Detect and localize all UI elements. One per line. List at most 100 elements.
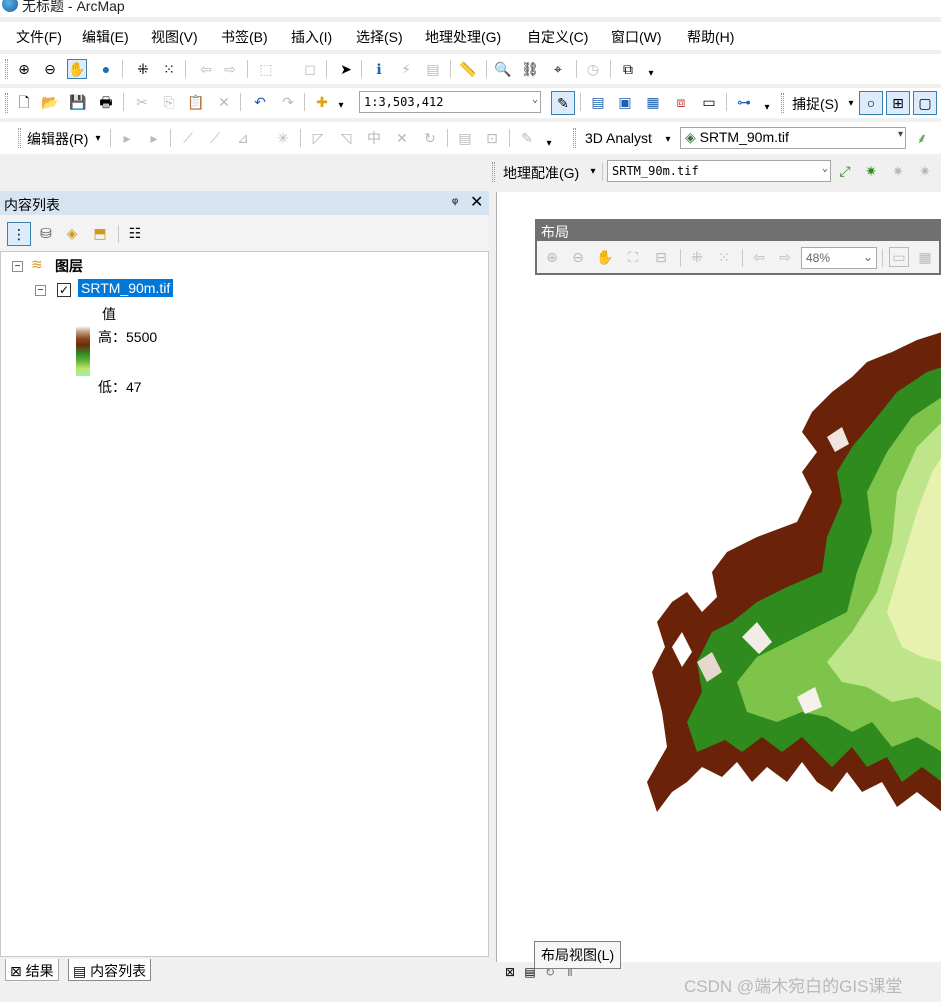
editor-dropdown-icon[interactable]: ▾	[92, 129, 104, 149]
layout-zoom-in-icon[interactable]: ⊕	[542, 247, 562, 267]
layout-zoom-out-icon[interactable]: ⊖	[568, 247, 588, 267]
paste-icon[interactable]: 📋	[186, 92, 206, 112]
menu-file[interactable]: 文件(F)	[14, 27, 64, 47]
rotate-icon[interactable]: ↻	[420, 128, 440, 148]
tab-results[interactable]: ⊠ 结果	[5, 959, 59, 981]
menu-selection[interactable]: 选择(S)	[354, 27, 405, 47]
point-snapping-icon[interactable]: ○	[859, 91, 883, 115]
data-view-icon[interactable]: ⊠	[500, 962, 520, 982]
list-by-selection-icon[interactable]: ⬒	[90, 223, 110, 243]
menu-geoprocessing[interactable]: 地理处理(G)	[423, 27, 503, 47]
toolbar-grip[interactable]	[573, 128, 576, 148]
rotate-raster-icon[interactable]: ✷	[888, 161, 908, 181]
go-to-xy-icon[interactable]: ⌖	[548, 59, 568, 79]
overview-window-icon[interactable]: ⧉	[618, 59, 638, 79]
vertex-snapping-icon[interactable]: ▢	[913, 91, 937, 115]
layers-group-label[interactable]: 图层	[55, 256, 83, 276]
save-icon[interactable]: 💾	[68, 92, 88, 112]
zoom-in-icon[interactable]: ⊕	[14, 59, 34, 79]
contour-tool-icon[interactable]: ⸙	[912, 128, 932, 148]
print-icon[interactable]: 🖶	[96, 92, 116, 112]
identify-icon[interactable]: ℹ	[369, 59, 389, 79]
toolbar-options-icon[interactable]: ▾	[645, 64, 657, 84]
cut-icon[interactable]: ✂	[132, 92, 152, 112]
editor-menu[interactable]: 编辑器(R)	[27, 129, 88, 149]
shift-raster-icon[interactable]: ✷	[915, 161, 935, 181]
close-icon[interactable]: ✕	[470, 192, 483, 212]
edit-annotation-icon[interactable]: ▸	[144, 128, 164, 148]
search-window-icon[interactable]: ▦	[643, 92, 663, 112]
collapse-icon[interactable]: −	[12, 261, 23, 272]
fixed-zoom-out-icon[interactable]: ⁙	[714, 247, 734, 267]
split-icon[interactable]: ✕	[392, 128, 412, 148]
toolbar-options-icon[interactable]: ▾	[543, 134, 555, 154]
collapse-icon[interactable]: −	[35, 285, 46, 296]
redo-icon[interactable]: ↷	[278, 92, 298, 112]
zoom-100-percent-icon[interactable]: ⊟	[651, 247, 671, 267]
menu-help[interactable]: 帮助(H)	[685, 27, 736, 47]
new-document-icon[interactable]: 🗋	[14, 92, 34, 112]
straight-segment-icon[interactable]: ⟋	[178, 128, 198, 148]
add-data-icon[interactable]: ✚	[312, 92, 332, 112]
3d-analyst-layer-combo[interactable]: ◈ SRTM_90m.tif ▾	[680, 127, 906, 149]
python-window-icon[interactable]: ▭	[699, 92, 719, 112]
layout-pan-icon[interactable]: ✋	[595, 247, 615, 267]
3d-analyst-dropdown-icon[interactable]: ▾	[662, 130, 674, 150]
zoom-whole-page-icon[interactable]: ⛶	[623, 247, 643, 267]
list-by-visibility-icon[interactable]: ◈	[62, 223, 82, 243]
menu-edit[interactable]: 编辑(E)	[80, 27, 131, 47]
chevron-down-icon[interactable]: ⌄	[822, 163, 828, 174]
catalog-window-icon[interactable]: ▣	[615, 92, 635, 112]
list-by-source-icon[interactable]: ⛁	[36, 223, 56, 243]
zoom-out-icon[interactable]: ⊖	[40, 59, 60, 79]
menu-customize[interactable]: 自定义(C)	[525, 27, 590, 47]
open-folder-icon[interactable]: 📂	[40, 92, 60, 112]
full-extent-globe-icon[interactable]: ●	[96, 59, 116, 79]
toc-options-icon[interactable]: ☷	[125, 223, 145, 243]
forward-extent-icon[interactable]: ⇨	[220, 59, 240, 79]
add-data-dropdown-icon[interactable]: ▾	[335, 96, 347, 116]
chevron-down-icon[interactable]: ▾	[898, 129, 903, 140]
layer-visibility-checkbox[interactable]: ✓	[57, 283, 71, 297]
menu-windows[interactable]: 窗口(W)	[609, 27, 664, 47]
measure-icon[interactable]: 📏	[458, 59, 478, 79]
toolbar-grip[interactable]	[5, 93, 8, 113]
snapping-dropdown-icon[interactable]: ▾	[845, 94, 857, 114]
reshape-icon[interactable]: ◹	[336, 128, 356, 148]
undo-icon[interactable]: ↶	[250, 92, 270, 112]
copy-icon[interactable]: ⎘	[159, 92, 179, 112]
back-extent-icon[interactable]: ⇦	[196, 59, 216, 79]
select-features-icon[interactable]: ⬚	[256, 59, 276, 79]
toolbar-grip[interactable]	[5, 59, 8, 79]
3d-analyst-menu[interactable]: 3D Analyst	[585, 130, 652, 146]
layer-name[interactable]: SRTM_90m.tif	[78, 279, 174, 297]
auto-adjust-icon[interactable]: ✷	[861, 161, 881, 181]
map-scale-combo[interactable]: 1:3,503,412 ⌄	[359, 91, 541, 113]
edit-tool-icon[interactable]: ▸	[117, 128, 137, 148]
select-elements-icon[interactable]: ➤	[336, 59, 356, 79]
layout-view[interactable]	[496, 192, 941, 962]
snapping-menu[interactable]: 捕捉(S)	[792, 94, 839, 114]
point-icon[interactable]: ✳	[273, 128, 293, 148]
fixed-zoom-in-icon[interactable]: ⁜	[133, 59, 153, 79]
georeferencing-menu[interactable]: 地理配准(G)	[503, 163, 579, 183]
edit-vertices-icon[interactable]: ◸	[308, 128, 328, 148]
hyperlink-icon[interactable]: ⚡	[396, 59, 416, 79]
pin-icon[interactable]: ᵠ	[452, 194, 458, 210]
create-features-icon[interactable]: ✎	[517, 128, 537, 148]
menu-bookmarks[interactable]: 书签(B)	[219, 27, 270, 47]
trace-icon[interactable]: ⊿	[233, 128, 253, 148]
end-snapping-icon[interactable]: ⊞	[886, 91, 910, 115]
focus-data-frame-icon[interactable]: ▦	[915, 247, 935, 267]
arc-segment-icon[interactable]: ⟋	[205, 128, 225, 148]
modelbuilder-icon[interactable]: ⊶	[734, 92, 754, 112]
menu-view[interactable]: 视图(V)	[149, 27, 200, 47]
list-by-drawing-order-icon[interactable]: ⋮	[7, 222, 31, 246]
toolbar-grip[interactable]	[781, 93, 784, 113]
toolbar-grip[interactable]	[492, 162, 495, 182]
arctoolbox-icon[interactable]: ⧈	[671, 92, 691, 112]
find-route-icon[interactable]: ⛓	[520, 59, 540, 79]
georeferencing-dropdown-icon[interactable]: ▾	[587, 162, 599, 182]
go-back-extent-icon[interactable]: ⇦	[749, 247, 769, 267]
layout-zoom-combo[interactable]: 48% ⌄	[801, 247, 877, 269]
